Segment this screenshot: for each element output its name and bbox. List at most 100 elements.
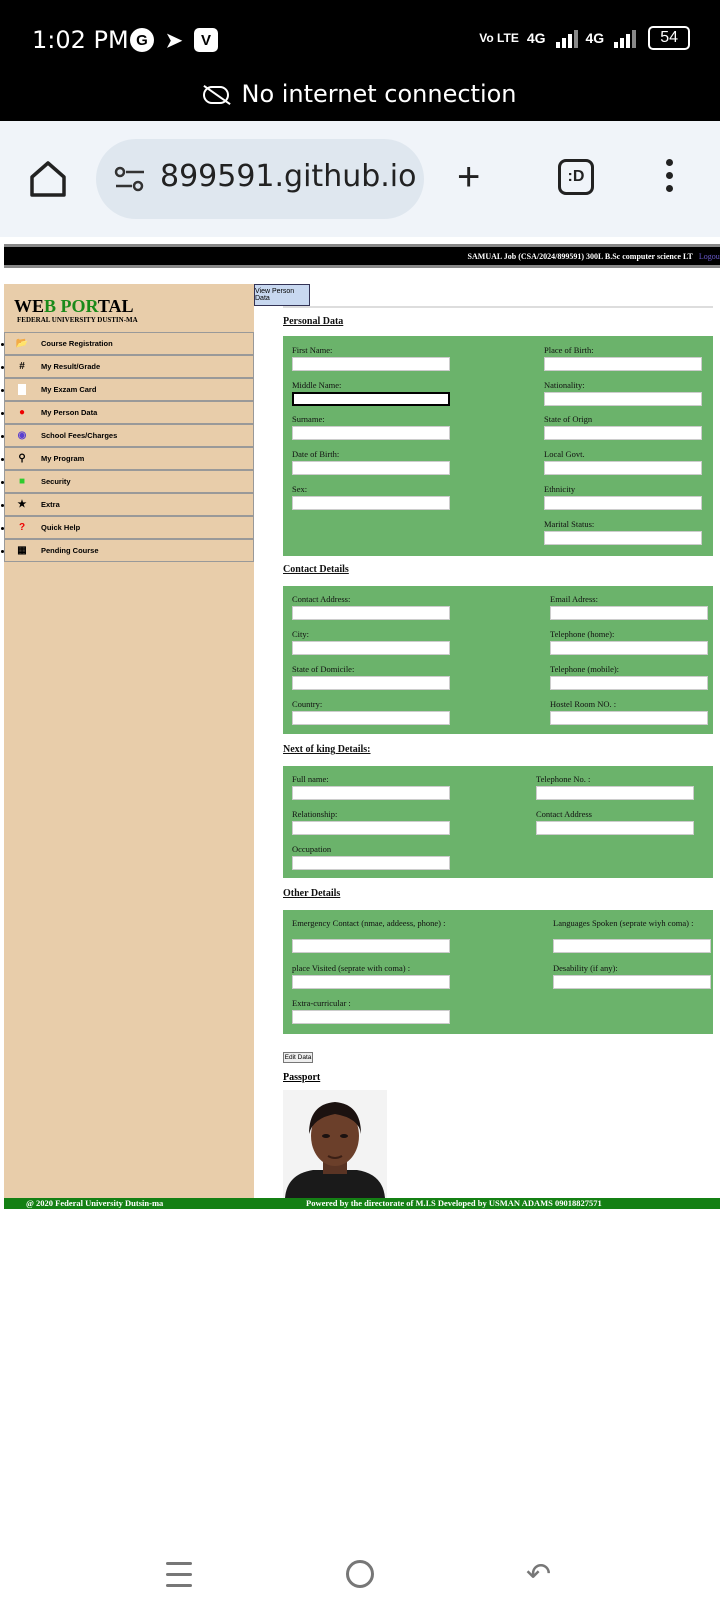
sidebar-item-pending-course[interactable]: ▦ Pending Course <box>1 539 254 562</box>
disability-input[interactable] <box>553 975 711 989</box>
sidebar-item-quick-help[interactable]: ? Quick Help <box>1 516 254 539</box>
label-contact-address: Contact Address: <box>292 594 351 604</box>
kin-occupation-input[interactable] <box>292 856 450 870</box>
country-input[interactable] <box>292 711 450 725</box>
sidebar-item-my-program[interactable]: ⚲ My Program <box>1 447 254 470</box>
edit-data-button[interactable]: Edit Data <box>283 1052 313 1063</box>
label-languages-spoken: Languages Spoken (seprate wiyh coma) : <box>553 918 694 928</box>
more-options-icon[interactable] <box>666 159 674 199</box>
hashtag-icon: # <box>19 361 25 372</box>
sidebar-item-security[interactable]: ■ Security <box>1 470 254 493</box>
middle-name-input[interactable] <box>292 392 450 406</box>
label-middle-name: Middle Name: <box>292 380 342 390</box>
sidebar: WEB PORTAL FEDERAL UNIVERSITY DUSTIN-MA … <box>1 284 254 1198</box>
view-person-data-tab[interactable]: View Person Data <box>254 284 310 306</box>
contact-details-title: Contact Details <box>283 564 349 575</box>
label-emergency-contact: Emergency Contact (nmae, addeess, phone)… <box>292 918 446 928</box>
label-state-of-domicile: State of Domicile: <box>292 664 355 674</box>
star-icon: ★ <box>17 499 27 510</box>
label-telephone-home: Telephone (home): <box>550 629 615 639</box>
sidebar-item-extra[interactable]: ★ Extra <box>1 493 254 516</box>
next-of-kin-panel: Full name: Relationship: Occupation Tele… <box>283 766 713 878</box>
surname-input[interactable] <box>292 426 450 440</box>
hostel-room-input[interactable] <box>550 711 708 725</box>
sidebar-item-exam-card[interactable]: My Exzam Card <box>1 378 254 401</box>
home-nav-icon[interactable] <box>346 1560 374 1588</box>
other-details-title: Other Details <box>283 888 341 899</box>
place-of-birth-input[interactable] <box>544 357 702 371</box>
sidebar-item-course-registration[interactable]: 📂 Course Registration <box>1 332 254 355</box>
telephone-mobile-input[interactable] <box>550 676 708 690</box>
passport-photo-image <box>283 1090 387 1198</box>
label-marital-status: Marital Status: <box>544 519 595 529</box>
cloud-off-icon <box>203 86 230 104</box>
contact-address-input[interactable] <box>292 606 450 620</box>
sidebar-item-person-data[interactable]: ● My Person Data <box>1 401 254 424</box>
sidebar-item-school-fees[interactable]: ◉ School Fees/Charges <box>1 424 254 447</box>
emergency-contact-input[interactable] <box>292 939 450 953</box>
label-hostel-room: Hostel Room NO. : <box>550 699 617 709</box>
label-email: Email Adress: <box>550 594 598 604</box>
student-info: SAMUAL Job (CSA/2024/899591) 300L B.Sc c… <box>467 252 693 261</box>
sidebar-item-result-grade[interactable]: # My Result/Grade <box>1 355 254 378</box>
languages-spoken-input[interactable] <box>553 939 711 953</box>
label-ethnicity: Ethnicity <box>544 484 576 494</box>
email-input[interactable] <box>550 606 708 620</box>
state-of-origin-input[interactable] <box>544 426 702 440</box>
kin-contact-address-input[interactable] <box>536 821 694 835</box>
places-visited-input[interactable] <box>292 975 450 989</box>
ethnicity-input[interactable] <box>544 496 702 510</box>
network-type-1: 4G <box>526 30 546 46</box>
telegram-icon: ➤ <box>165 29 183 52</box>
divider <box>283 306 713 308</box>
file-icon <box>15 383 29 397</box>
recent-apps-icon[interactable] <box>166 1562 192 1595</box>
state-of-domicile-input[interactable] <box>292 676 450 690</box>
extra-curricular-input[interactable] <box>292 1010 450 1024</box>
label-nationality: Nationality: <box>544 380 585 390</box>
sex-input[interactable] <box>292 496 450 510</box>
coins-icon: ◉ <box>17 430 27 441</box>
first-name-input[interactable] <box>292 357 450 371</box>
date-of-birth-input[interactable] <box>292 461 450 475</box>
volte-indicator: Vo LTE <box>479 31 519 45</box>
kin-relationship-input[interactable] <box>292 821 450 835</box>
other-details-panel: Emergency Contact (nmae, addeess, phone)… <box>283 910 713 1034</box>
kin-telephone-input[interactable] <box>536 786 694 800</box>
sidebar-menu: 📂 Course Registration # My Result/Grade My… <box>1 332 254 562</box>
label-extra-curricular: Extra-curricular : <box>292 998 351 1008</box>
status-bar: 1:02 PM G ➤ V Vo LTE 4G 4G 54 No interne… <box>0 0 720 121</box>
kin-full-name-input[interactable] <box>292 786 450 800</box>
url-text[interactable]: 899591.github.io <box>160 159 417 194</box>
network-type-2: 4G <box>585 30 605 46</box>
label-state-of-origin: State of Orign <box>544 414 593 424</box>
logout-link[interactable]: Logout <box>699 252 720 261</box>
address-bar[interactable]: 899591.github.io <box>96 139 424 219</box>
city-input[interactable] <box>292 641 450 655</box>
new-tab-icon[interactable]: + <box>457 157 480 197</box>
signal-strength-icon <box>555 28 578 48</box>
back-icon[interactable]: ↶ <box>526 1560 551 1590</box>
home-icon[interactable] <box>26 157 70 201</box>
label-country: Country: <box>292 699 323 709</box>
user-icon: ● <box>18 407 26 418</box>
signal-area: Vo LTE 4G 4G 54 <box>479 26 690 50</box>
battery-indicator: 54 <box>648 26 690 50</box>
university-name: FEDERAL UNIVERSITY DUSTIN-MA <box>17 316 138 324</box>
marital-status-input[interactable] <box>544 531 702 545</box>
telephone-home-input[interactable] <box>550 641 708 655</box>
label-kin-relationship: Relationship: <box>292 809 338 819</box>
student-info-bar: SAMUAL Job (CSA/2024/899591) 300L B.Sc c… <box>4 244 720 268</box>
site-settings-icon[interactable] <box>114 165 146 193</box>
browser-toolbar: 899591.github.io + :D <box>0 121 720 237</box>
label-telephone-mobile: Telephone (mobile): <box>550 664 620 674</box>
signal-strength-icon-2 <box>614 28 637 48</box>
label-surname: Surname: <box>292 414 325 424</box>
label-date-of-birth: Date of Birth: <box>292 449 340 459</box>
vpn-v-icon: V <box>194 28 218 52</box>
footer: @ 2020 Federal University Dutsin-ma Powe… <box>4 1198 720 1209</box>
nationality-input[interactable] <box>544 392 702 406</box>
local-govt-input[interactable] <box>544 461 702 475</box>
tab-switcher-button[interactable]: :D <box>558 159 594 195</box>
developer-credit: Powered by the directorate of M.I.S Deve… <box>306 1198 602 1208</box>
